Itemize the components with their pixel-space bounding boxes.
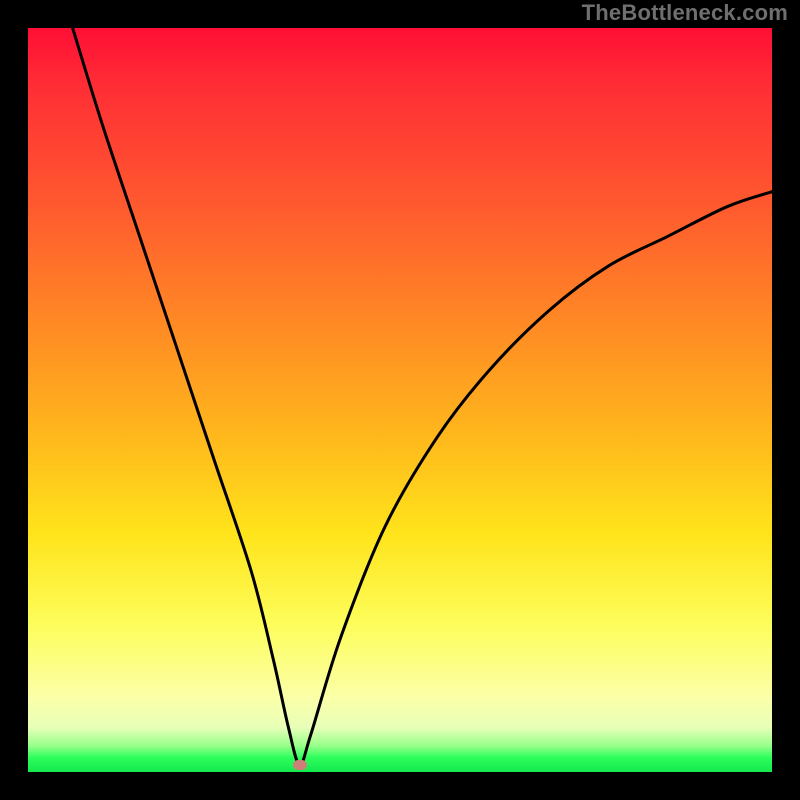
- minimum-marker: [293, 760, 307, 770]
- watermark-label: TheBottleneck.com: [582, 0, 788, 26]
- data-curve: [28, 28, 772, 772]
- chart-frame: TheBottleneck.com: [0, 0, 800, 800]
- plot-area: [28, 28, 772, 772]
